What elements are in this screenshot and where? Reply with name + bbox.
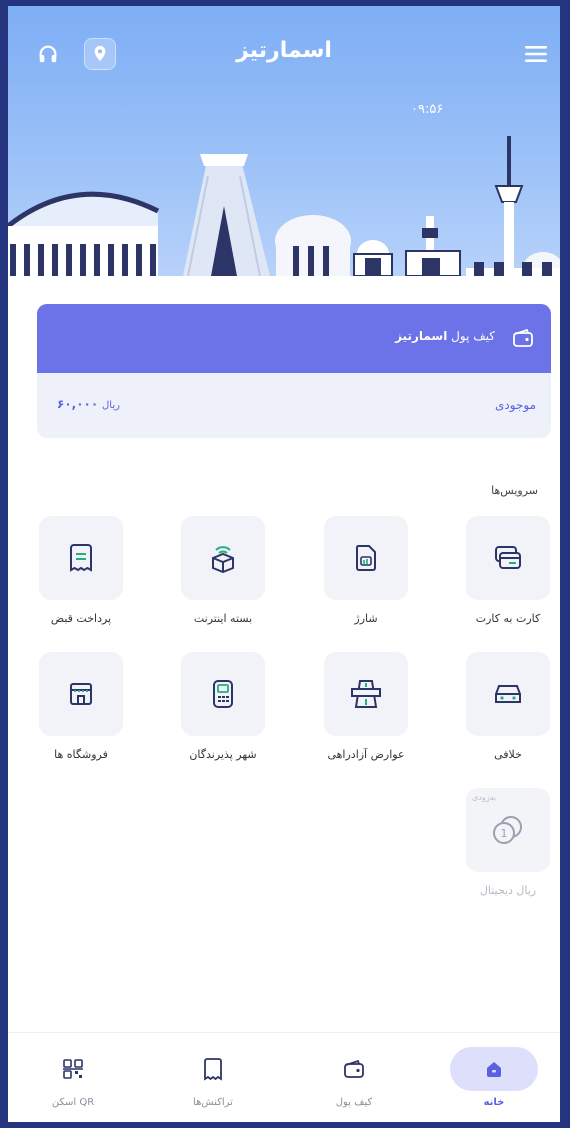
svg-text:1: 1 [501,827,508,840]
coming-soon-badge: به‌زودی [472,793,497,802]
service-tile [466,652,550,736]
pos-terminal-icon [213,680,233,708]
app-screen: اسمارتیز ۰۹:۵۶ کیف پول اسمارتیز موجودی ر… [8,6,560,1122]
service-label: پرداخت قبض [50,612,112,625]
service-card-to-card[interactable]: کارت به کارت [466,516,550,625]
nav-transactions[interactable]: تراکنش‌ها [168,1047,258,1108]
nav-qr-scan-label: اسکن QR [51,1097,95,1108]
bill-icon [70,544,92,572]
qr-code-icon [63,1059,83,1079]
service-traffic-fines[interactable]: خلافی [466,652,550,761]
app-logo: اسمارتیز [236,38,332,63]
services-title: سرویس‌ها [491,484,538,497]
sim-card-icon [355,545,376,571]
service-label: شارژ [354,612,378,625]
service-digital-rial: به‌زودی 1 ریال دیجیتال [466,788,550,897]
nav-home-active-pill [450,1047,538,1091]
tehran-skyline-illustration [8,136,560,276]
nav-qr-scan[interactable]: اسکن QR [28,1047,118,1108]
home-icon [487,1062,501,1077]
service-tile [39,652,123,736]
service-label: ریال دیجیتال [479,884,537,897]
nav-wallet-label: کیف پول [335,1097,373,1108]
service-internet-package[interactable]: بسته اینترنت [181,516,265,625]
balance-unit: ریال [102,400,120,411]
menu-icon [525,46,547,62]
card-to-card-icon [495,546,521,569]
service-tile [39,516,123,600]
highway-icon [351,680,381,708]
service-highway-tolls[interactable]: عوارض آزادراهی [324,652,408,761]
car-icon [495,685,521,703]
header-banner: اسمارتیز ۰۹:۵۶ [8,6,560,276]
service-tile [324,652,408,736]
nav-home[interactable]: خانه [449,1047,539,1108]
nav-wallet[interactable]: کیف پول [309,1047,399,1108]
receipt-icon [204,1058,222,1081]
digital-rial-coin-icon: 1 [493,816,522,844]
wallet-title-prefix: کیف پول [451,329,495,343]
service-charge[interactable]: شارژ [324,516,408,625]
service-stores[interactable]: فروشگاه ها [39,652,123,761]
service-merchants-city[interactable]: شهر پذیرندگان [181,652,265,761]
service-tile [181,652,265,736]
service-label: فروشگاه ها [54,748,108,761]
service-label: شهر پذیرندگان [189,748,257,761]
service-tile [324,516,408,600]
store-icon [70,683,92,705]
wallet-card[interactable]: کیف پول اسمارتیز موجودی ریال ۶۰,۰۰۰ [37,304,551,438]
balance-amount: ۶۰,۰۰۰ [57,397,99,411]
wallet-title-brand: اسمارتیز [395,329,448,343]
service-tile [181,516,265,600]
bottom-navigation: خانه کیف پول تراکنش‌ها اسکن QR [8,1032,560,1122]
service-tile [466,516,550,600]
internet-package-icon [212,546,234,573]
wallet-card-balance: موجودی ریال ۶۰,۰۰۰ [37,373,551,438]
balance-label: موجودی [495,398,536,412]
service-label: خلافی [494,748,522,761]
service-tile: به‌زودی 1 [466,788,550,872]
balance-value: ریال ۶۰,۰۰۰ [57,397,120,411]
wallet-title: کیف پول اسمارتیز [391,329,495,343]
nav-transactions-label: تراکنش‌ها [193,1097,233,1108]
nav-home-label: خانه [483,1097,505,1108]
service-label: کارت به کارت [475,612,541,625]
service-label: بسته اینترنت [193,612,253,625]
wallet-card-header: کیف پول اسمارتیز [37,304,551,373]
menu-button[interactable] [520,38,552,70]
service-label: عوارض آزادراهی [327,748,405,761]
wallet-icon [344,1059,364,1078]
wallet-icon [512,328,534,352]
service-bill-payment[interactable]: پرداخت قبض [39,516,123,625]
